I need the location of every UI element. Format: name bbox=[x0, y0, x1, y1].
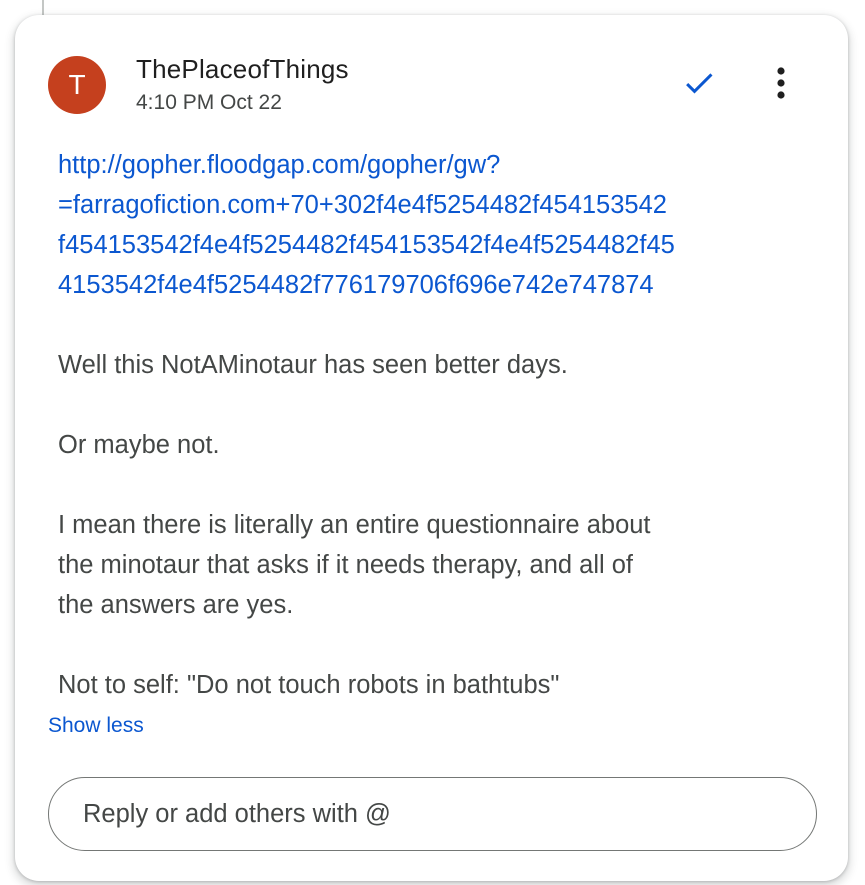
paragraph-line: Not to self: "Do not touch robots in bat… bbox=[58, 671, 560, 699]
comment-paragraph: Well this NotAMinotaur has seen better d… bbox=[58, 345, 798, 385]
paragraph-line: the minotaur that asks if it needs thera… bbox=[58, 551, 634, 579]
comment-paragraph: Not to self: "Do not touch robots in bat… bbox=[58, 665, 798, 705]
show-less-link[interactable]: Show less bbox=[48, 714, 144, 738]
more-vert-icon bbox=[777, 67, 785, 99]
page: T ThePlaceofThings 4:10 PM Oct 22 http:/… bbox=[0, 0, 865, 885]
thread-connector-line bbox=[42, 0, 44, 16]
comment-author: ThePlaceofThings bbox=[136, 54, 349, 84]
resolve-button[interactable] bbox=[675, 59, 723, 107]
checkmark-icon bbox=[686, 73, 713, 94]
reply-placeholder: Reply or add others with @ bbox=[83, 799, 391, 828]
comment-card: T ThePlaceofThings 4:10 PM Oct 22 http:/… bbox=[15, 15, 848, 881]
avatar[interactable]: T bbox=[48, 56, 106, 114]
link-line: =farragofiction.com+70+302f4e4f5254482f4… bbox=[58, 191, 667, 219]
paragraph-line: Well this NotAMinotaur has seen better d… bbox=[58, 351, 568, 379]
more-options-button[interactable] bbox=[757, 59, 805, 107]
reply-input[interactable]: Reply or add others with @ bbox=[48, 777, 817, 851]
comment-paragraph: I mean there is literally an entire ques… bbox=[58, 505, 798, 625]
paragraph-line: the answers are yes. bbox=[58, 591, 294, 619]
link-line: 4153542f4e4f5254482f776179706f696e742e74… bbox=[58, 271, 654, 299]
link-line: http://gopher.floodgap.com/gopher/gw? bbox=[58, 151, 501, 179]
avatar-letter: T bbox=[68, 69, 86, 100]
paragraph-line: Or maybe not. bbox=[58, 431, 220, 459]
comment-timestamp: 4:10 PM Oct 22 bbox=[136, 91, 282, 114]
link-line: f454153542f4e4f5254482f454153542f4e4f525… bbox=[58, 231, 675, 259]
comment-link[interactable]: http://gopher.floodgap.com/gopher/gw? =f… bbox=[58, 145, 798, 305]
comment-paragraph: Or maybe not. bbox=[58, 425, 798, 465]
paragraph-line: I mean there is literally an entire ques… bbox=[58, 511, 651, 539]
comment-body: http://gopher.floodgap.com/gopher/gw? =f… bbox=[58, 145, 798, 705]
